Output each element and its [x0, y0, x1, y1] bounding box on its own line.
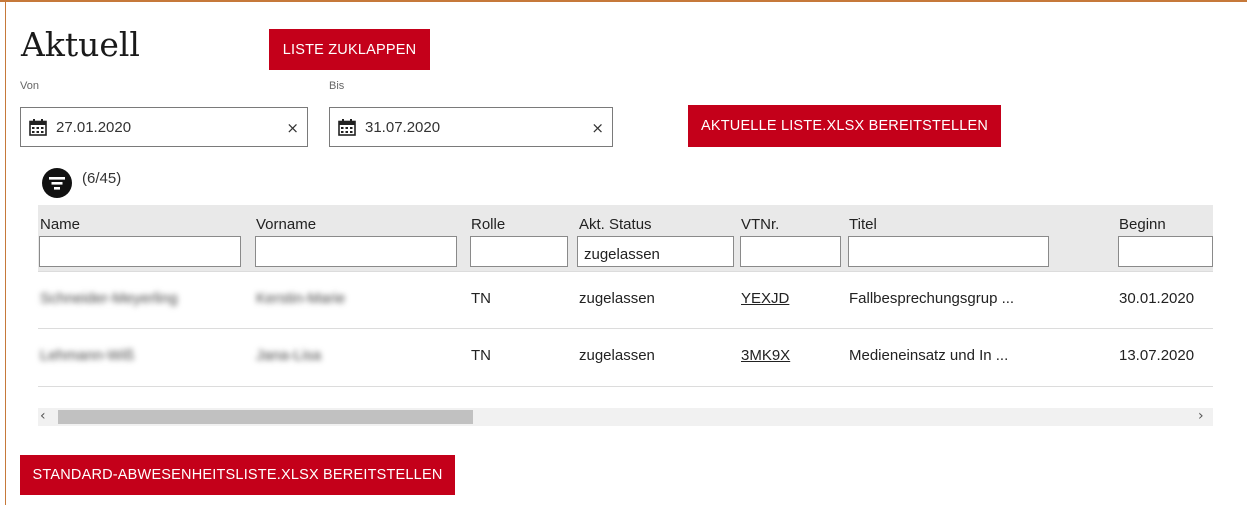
status-filter-input[interactable] — [577, 236, 734, 267]
from-date-field[interactable]: 27.01.2020 × — [20, 107, 308, 147]
export-current-list-button[interactable]: AKTUELLE LISTE.XLSX BEREITSTELLEN — [688, 105, 1001, 147]
row-divider — [38, 328, 1213, 329]
column-header-name[interactable]: Name — [40, 216, 80, 233]
row-divider — [38, 271, 1213, 272]
vtnr-filter-input[interactable] — [740, 236, 841, 267]
column-header-status[interactable]: Akt. Status — [579, 216, 652, 233]
name-filter-input[interactable] — [39, 236, 241, 267]
cell-titel: Medieneinsatz und In ... — [849, 347, 1009, 364]
vorname-filter-input[interactable] — [255, 236, 457, 267]
rolle-filter-input[interactable] — [470, 236, 568, 267]
to-date-field[interactable]: 31.07.2020 × — [329, 107, 613, 147]
top-border — [0, 0, 1247, 2]
to-date-value: 31.07.2020 — [365, 119, 441, 136]
cell-vorname: Jana-Lisa — [256, 347, 322, 364]
page-title: Aktuell — [21, 25, 140, 64]
from-date-value: 27.01.2020 — [56, 119, 132, 136]
clear-from-date-icon[interactable]: × — [286, 121, 299, 136]
column-header-rolle[interactable]: Rolle — [471, 216, 505, 233]
row-divider — [38, 386, 1213, 387]
left-border — [5, 2, 6, 505]
column-header-vtnr[interactable]: VTNr. — [741, 216, 779, 233]
export-standard-absence-list-button[interactable]: STANDARD-ABWESENHEITSLISTE.XLSX BEREITST… — [20, 455, 455, 495]
cell-beginn: 30.01.2020 — [1119, 290, 1195, 307]
column-header-beginn[interactable]: Beginn — [1119, 216, 1166, 233]
scrollbar-thumb[interactable] — [58, 410, 473, 424]
column-header-vorname[interactable]: Vorname — [256, 216, 316, 233]
cell-titel: Fallbesprechungsgrup ... — [849, 290, 1015, 307]
cell-vorname: Kerstin-Marie — [256, 290, 346, 307]
cell-status: zugelassen — [579, 290, 655, 307]
cell-name: Lehmann-Wiß — [40, 347, 135, 364]
column-header-titel[interactable]: Titel — [849, 216, 877, 233]
clear-to-date-icon[interactable]: × — [591, 121, 604, 136]
beginn-filter-input[interactable] — [1118, 236, 1213, 267]
scroll-right-arrow-icon[interactable]: › — [1198, 408, 1204, 424]
calendar-icon — [338, 119, 356, 136]
filter-count: (6/45) — [82, 170, 122, 187]
calendar-icon — [29, 119, 47, 136]
cell-status: zugelassen — [579, 347, 655, 364]
cell-beginn: 13.07.2020 — [1119, 347, 1195, 364]
titel-filter-input[interactable] — [848, 236, 1049, 267]
filter-icon[interactable] — [42, 168, 72, 198]
cell-vtnr-link[interactable]: 3MK9X — [741, 347, 790, 364]
scroll-left-arrow-icon[interactable]: ‹ — [40, 408, 46, 424]
from-date-label: Von — [20, 80, 39, 92]
to-date-label: Bis — [329, 80, 345, 92]
cell-rolle: TN — [471, 347, 491, 364]
cell-vtnr-link[interactable]: YEXJD — [741, 290, 789, 307]
collapse-list-button[interactable]: LISTE ZUKLAPPEN — [269, 29, 430, 70]
cell-rolle: TN — [471, 290, 491, 307]
cell-name: Schneider-Meyerling — [40, 290, 178, 307]
